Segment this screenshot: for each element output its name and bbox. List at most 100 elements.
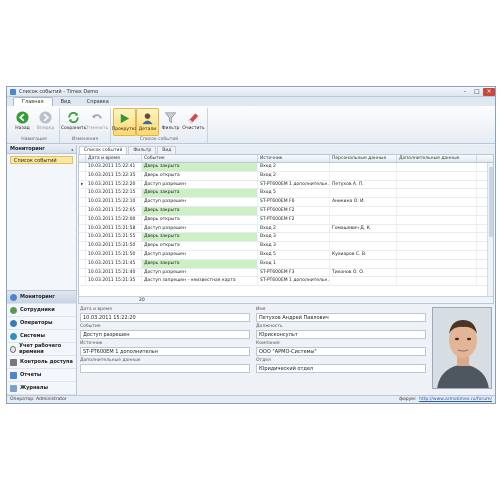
- date-field[interactable]: 10.03.2011 15:22:20: [80, 313, 250, 322]
- tab-filter[interactable]: Фильтр: [128, 146, 157, 154]
- column-header-extra[interactable]: Дополнительные данные: [397, 155, 477, 162]
- row-count: 20: [139, 298, 145, 303]
- cell-date: 10.03.2011 15:22:20: [86, 180, 142, 189]
- grid-scrollbar[interactable]: [487, 163, 493, 296]
- nav-item-access-control[interactable]: Контроль доступа: [7, 356, 76, 369]
- row-indicator: [79, 163, 86, 171]
- nav-item-journals[interactable]: Журналы: [7, 382, 76, 395]
- column-header-source[interactable]: Источник: [258, 155, 330, 162]
- monitoring-icon: [10, 293, 17, 301]
- table-row[interactable]: 10.03.2011 15:21:45 Дверь закрыта Вход 1: [79, 259, 493, 269]
- cell-event: Доступ разрешен: [142, 224, 258, 233]
- cell-extra: [397, 198, 477, 206]
- cell-event: Дверь открыта: [142, 242, 258, 250]
- dept-field[interactable]: Юридический отдел: [256, 364, 426, 373]
- cell-person: [330, 259, 397, 268]
- nav-item-reports[interactable]: Отчеты: [7, 369, 76, 382]
- ribbon-group-navigation: Назад Вперед Навигация: [9, 108, 60, 143]
- cell-date: 10.03.2011 15:21:58: [86, 224, 142, 233]
- operator-status: Оператор: Administrator: [10, 397, 67, 402]
- cell-event: Дверь закрыта: [142, 259, 258, 268]
- column-header-date[interactable]: Дата и время: [86, 155, 142, 162]
- extra-field[interactable]: [80, 364, 250, 373]
- cell-person: [330, 277, 397, 286]
- undo-button[interactable]: Отменить: [85, 108, 108, 136]
- scroll-button[interactable]: Прокрутка: [112, 108, 137, 136]
- cell-person: [330, 215, 397, 224]
- ribbon-tab-home[interactable]: Главная: [13, 97, 53, 106]
- source-field[interactable]: ST-PT600EM 1 дополнительн: [80, 347, 250, 356]
- tab-view[interactable]: Вид: [157, 146, 177, 154]
- forward-button[interactable]: Вперед: [34, 108, 57, 136]
- table-row[interactable]: 10.03.2011 15:21:35 Доступ запрещен - неи…: [79, 277, 493, 287]
- column-header-person[interactable]: Персональные данные: [330, 155, 397, 162]
- cell-source: ST-PT600EM F2: [258, 215, 330, 224]
- tab-event-list[interactable]: Список событий: [79, 146, 128, 154]
- ribbon-tab-view[interactable]: Вид: [53, 98, 79, 106]
- cell-event: Доступ разрешен: [142, 198, 258, 206]
- group-label-changes: Изменения: [71, 137, 99, 142]
- cell-source: Вход 2: [258, 163, 330, 171]
- table-row[interactable]: 10.03.2011 15:22:15 Дверь закрыта Вход 5: [79, 189, 493, 199]
- table-row[interactable]: 10.03.2011 15:21:40 Доступ разрешен ST-PT6…: [79, 268, 493, 278]
- forum-link[interactable]: http://www.armotimex.ru/forum/: [419, 397, 492, 402]
- cell-source: ST-PT600EM F3: [258, 268, 330, 277]
- cell-person: [330, 206, 397, 215]
- nav-item-systems[interactable]: Системы: [7, 330, 76, 343]
- sidebar-item-event-list[interactable]: Список событий: [10, 156, 73, 164]
- minimize-button[interactable]: –: [459, 88, 471, 96]
- content-tabs: Список событий Фильтр Вид: [77, 145, 495, 154]
- cell-person: Петухов А. П.: [330, 180, 397, 189]
- table-row[interactable]: 10.03.2011 15:22:41 Дверь закрыта Вход 2: [79, 163, 493, 172]
- events-grid: Дата и время Событие Источник Персональн…: [78, 154, 494, 304]
- clock-icon: [10, 345, 17, 353]
- table-row[interactable]: 10.03.2011 15:21:50 Доступ разрешен Вход 5…: [79, 250, 493, 260]
- cell-event: Доступ разрешен: [142, 180, 258, 189]
- column-header-event[interactable]: Событие: [142, 155, 258, 162]
- nav-item-operators[interactable]: Операторы: [7, 317, 76, 330]
- name-field[interactable]: Петухов Андрей Павлович: [256, 313, 426, 322]
- cell-person: [330, 171, 397, 180]
- nav-item-employees[interactable]: Сотрудники: [7, 304, 76, 317]
- title-bar[interactable]: Список событий - Timex Demo – □ ×: [7, 87, 495, 97]
- employees-icon: [10, 306, 17, 314]
- table-row[interactable]: 10.03.2011 15:22:00 Дверь открыта ST-PT600…: [79, 215, 493, 225]
- clear-label: Очистить: [182, 126, 205, 131]
- grid-header: Дата и время Событие Источник Персональн…: [79, 155, 493, 163]
- event-field[interactable]: Доступ разрешен: [80, 330, 250, 339]
- nav-label: Журналы: [20, 385, 48, 391]
- table-row[interactable]: 10.03.2011 15:21:50 Дверь открыта Вход 3: [79, 242, 493, 251]
- close-button[interactable]: ×: [483, 87, 495, 96]
- details-event-column: Дата и время 10.03.2011 15:22:20 Событие…: [80, 307, 250, 395]
- maximize-button[interactable]: □: [471, 88, 483, 96]
- table-row[interactable]: 10.03.2011 15:22:05 Дверь закрыта ST-PT600…: [79, 206, 493, 216]
- table-row[interactable]: 10.03.2011 15:22:10 Доступ разрешен ST-PT6…: [79, 198, 493, 207]
- window-title: Список событий - Timex Demo: [19, 88, 99, 95]
- row-indicator: [79, 189, 86, 198]
- table-row[interactable]: ▸ 10.03.2011 15:22:20 Доступ разрешен ST-PT…: [79, 180, 493, 190]
- cell-person: [330, 163, 397, 171]
- save-button[interactable]: Сохранить: [61, 108, 86, 136]
- table-row[interactable]: 10.03.2011 15:21:58 Доступ разрешен Вход 2…: [79, 224, 493, 234]
- ribbon: Назад Вперед Навигация Сохранить Отменит…: [7, 106, 495, 144]
- scroll-thumb[interactable]: [489, 167, 493, 237]
- filter-button[interactable]: Фильтр: [159, 108, 182, 136]
- cell-person: Аникина О. И.: [330, 198, 397, 206]
- employee-photo: [432, 307, 492, 389]
- nav-label: Отчеты: [20, 372, 42, 378]
- ribbon-tab-help[interactable]: Справка: [79, 98, 117, 106]
- details-button[interactable]: Детали: [136, 108, 159, 136]
- nav-item-time-tracking[interactable]: Учет рабочего времени: [7, 343, 76, 356]
- ribbon-group-changes: Сохранить Отменить Изменения: [60, 108, 111, 143]
- company-field[interactable]: ООО "АРМО-Системы": [256, 347, 426, 356]
- nav-item-monitoring[interactable]: Мониторинг: [7, 291, 76, 304]
- cell-extra: [397, 277, 477, 286]
- position-field[interactable]: Юрисконсульт: [256, 330, 426, 339]
- ribbon-tabs: Главная Вид Справка: [7, 97, 495, 106]
- forward-label: Вперед: [36, 126, 55, 131]
- table-row[interactable]: 10.03.2011 15:21:55 Дверь закрыта Вход 3: [79, 233, 493, 243]
- table-row[interactable]: 10.03.2011 15:22:35 Дверь открыта Вход 2: [79, 171, 493, 181]
- clear-button[interactable]: Очистить: [182, 108, 205, 136]
- pin-icon[interactable]: ◂: [71, 147, 73, 152]
- back-button[interactable]: Назад: [11, 108, 34, 136]
